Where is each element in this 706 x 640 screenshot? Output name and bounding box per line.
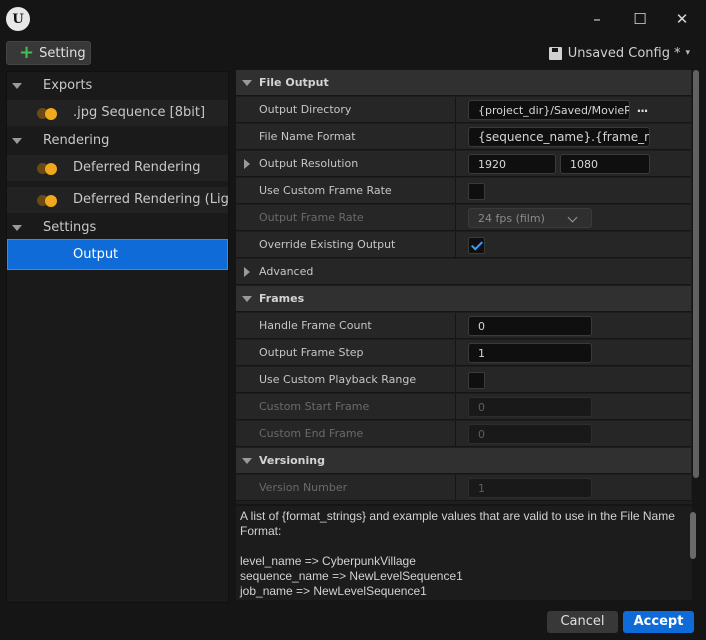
use-custom-frame-rate-checkbox[interactable] [468,183,485,200]
maximize-icon: ☐ [633,10,647,28]
details-panel: File Output Output Directory {project_di… [236,70,692,504]
row-use-custom-playback-range: Use Custom Playback Range [236,367,691,393]
maximize-button[interactable]: ☐ [625,7,655,31]
resolution-height-input[interactable]: 1080 [560,154,650,174]
expand-arrow-icon[interactable] [12,138,22,144]
expand-arrow-icon[interactable] [12,83,22,89]
config-modified-marker: * [673,45,681,61]
use-custom-playback-range-checkbox[interactable] [468,372,485,389]
cancel-button[interactable]: Cancel [547,611,618,633]
description-scrollbar[interactable] [690,512,696,559]
expand-arrow-icon[interactable] [244,267,250,277]
row-advanced[interactable]: Advanced [236,259,691,285]
row-file-name-format: File Name Format {sequence_name}.{frame_… [236,124,691,150]
version-number-input[interactable]: 1 [468,478,592,498]
row-use-custom-frame-rate: Use Custom Frame Rate [236,178,691,204]
tree-category-settings[interactable]: Settings [7,215,228,241]
minimize-icon: – [593,10,601,28]
row-override-existing-output: Override Existing Output [236,232,691,258]
expand-arrow-icon[interactable] [12,225,22,231]
save-icon [548,46,562,60]
tree-category-exports[interactable]: Exports [7,73,228,99]
override-existing-output-checkbox[interactable] [468,237,485,254]
minimize-button[interactable]: – [582,7,612,31]
settings-tree-panel: Exports .jpg Sequence [8bit] Rendering D… [6,71,229,603]
collapse-arrow-icon[interactable] [242,458,252,464]
chevron-down-icon: ▾ [685,48,690,58]
title-bar: U – ☐ ✕ [0,0,706,38]
close-button[interactable]: ✕ [667,7,697,31]
category-frames[interactable]: Frames [236,286,691,312]
description-text: A list of {format_strings} and example v… [240,509,675,603]
description-bottom-edge [236,600,692,606]
collapse-arrow-icon[interactable] [242,296,252,302]
tree-item-deferred-rendering[interactable]: Deferred Rendering [7,155,228,181]
row-output-directory: Output Directory {project_dir}/Saved/Mov… [236,97,691,123]
expand-arrow-icon[interactable] [244,159,250,169]
resolution-width-input[interactable]: 1920 [468,154,556,174]
tree-item-jpg-sequence[interactable]: .jpg Sequence [8bit] [7,100,228,126]
tree-item-output[interactable]: Output [7,239,228,270]
config-label: Unsaved Config [567,45,670,61]
add-setting-label: Setting [39,45,86,61]
row-output-resolution: Output Resolution 1920 1080 [236,151,691,177]
handle-frame-count-input[interactable]: 0 [468,316,592,336]
row-custom-start-frame: Custom Start Frame 0 [236,394,691,420]
close-icon: ✕ [675,10,689,28]
details-scrollbar[interactable] [693,70,699,478]
enable-toggle-icon[interactable] [37,162,61,175]
row-output-frame-rate: Output Frame Rate 24 fps (film) [236,205,691,231]
custom-end-frame-input[interactable]: 0 [468,424,592,444]
chevron-down-icon [567,212,578,223]
category-versioning[interactable]: Versioning [236,448,691,474]
enable-toggle-icon[interactable] [37,194,61,207]
category-file-output[interactable]: File Output [236,70,691,96]
row-custom-end-frame: Custom End Frame 0 [236,421,691,447]
browse-button[interactable]: ... [632,101,652,119]
output-frame-step-input[interactable]: 1 [468,343,592,363]
collapse-arrow-icon[interactable] [242,80,252,86]
tree-category-rendering[interactable]: Rendering [7,128,228,154]
plus-icon: + [19,42,35,63]
enable-toggle-icon[interactable] [37,107,61,120]
config-menu-button[interactable]: Unsaved Config * ▾ [548,44,690,62]
tree-item-deferred-rendering-lighting-only[interactable]: Deferred Rendering (Lighting Only) [7,187,228,213]
row-handle-frame-count: Handle Frame Count 0 [236,313,691,339]
output-frame-rate-dropdown[interactable]: 24 fps (film) [468,208,592,228]
toolbar: + Setting Unsaved Config * ▾ [0,38,706,68]
row-version-number: Version Number 1 [236,475,691,501]
row-output-frame-step: Output Frame Step 1 [236,340,691,366]
file-name-format-input[interactable]: {sequence_name}.{frame_number} [468,127,650,147]
unreal-engine-logo-icon: U [6,7,30,31]
custom-start-frame-input[interactable]: 0 [468,397,592,417]
output-directory-input[interactable]: {project_dir}/Saved/MovieRenders/ [468,100,630,120]
accept-button[interactable]: Accept [623,611,694,633]
add-setting-button[interactable]: + Setting [6,41,91,65]
description-panel: A list of {format_strings} and example v… [236,506,692,603]
